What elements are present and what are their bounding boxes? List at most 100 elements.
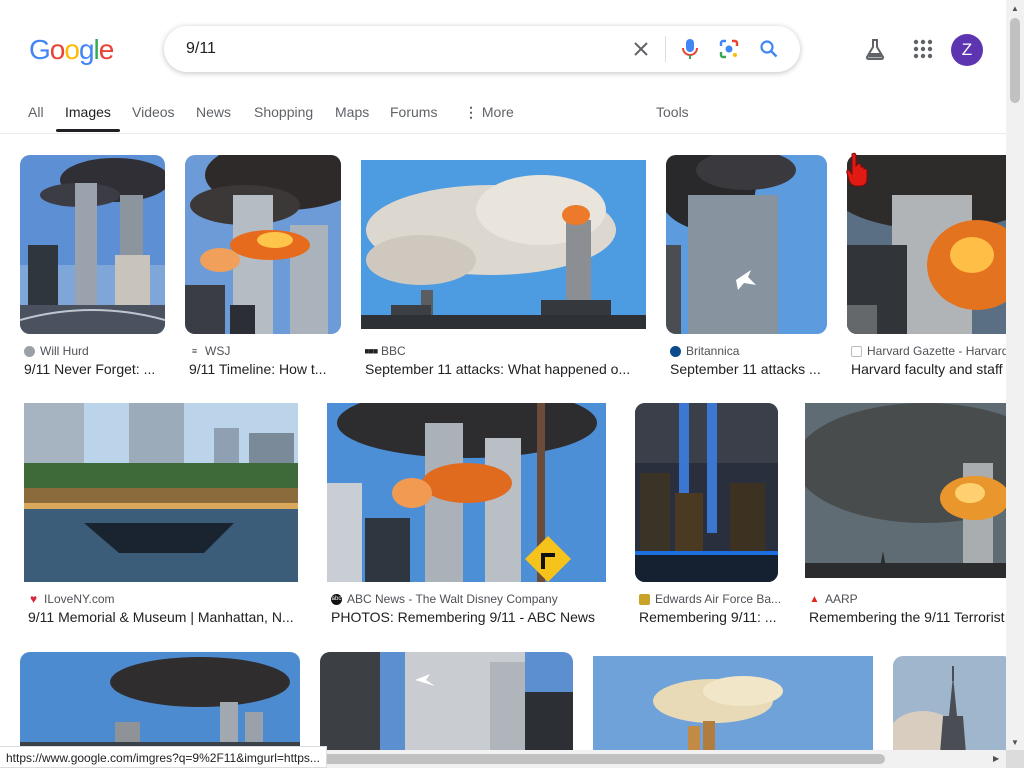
source-name: WSJ [205, 344, 231, 358]
source-name: ABC News - The Walt Disney Company [347, 592, 558, 606]
result-source: Britannica [670, 344, 826, 358]
account-avatar[interactable]: Z [951, 34, 983, 66]
tab-all[interactable]: All [28, 104, 44, 120]
search-input[interactable] [186, 38, 626, 60]
horizontal-scroll-thumb[interactable] [300, 754, 885, 764]
result-thumbnail[interactable] [805, 403, 1006, 578]
image-result[interactable] [20, 652, 300, 750]
google-logo[interactable]: Google [29, 34, 121, 66]
result-title[interactable]: PHOTOS: Remembering 9/11 - ABC News [331, 609, 607, 625]
result-thumbnail[interactable] [893, 656, 1006, 750]
result-source: ≡ WSJ [189, 344, 339, 358]
result-thumbnail[interactable] [185, 155, 341, 334]
result-title[interactable]: September 11 attacks: What happened o... [365, 361, 643, 377]
apps-grid-icon[interactable] [910, 36, 936, 62]
tab-more-label: More [481, 104, 514, 120]
more-vert-icon: ⋮ [464, 104, 478, 120]
source-favicon-icon: ■■■ [365, 345, 378, 357]
hand-cursor-icon [846, 152, 868, 187]
result-thumbnail[interactable] [847, 155, 1006, 334]
source-favicon-icon [670, 345, 681, 357]
result-thumbnail[interactable] [20, 155, 165, 334]
result-title[interactable]: 9/11 Never Forget: ... [24, 361, 166, 377]
source-name: BBC [381, 344, 406, 358]
image-result[interactable]: ♥ ILoveNY.com 9/11 Memorial & Museum | M… [24, 403, 304, 628]
image-result[interactable] [320, 652, 573, 750]
result-thumbnail[interactable] [24, 403, 298, 582]
image-result[interactable]: Harvard Gazette - Harvard Harvard facult… [847, 155, 1006, 380]
result-source: ▲ AARP [809, 592, 1006, 606]
result-source: Harvard Gazette - Harvard [851, 344, 1006, 358]
image-result[interactable] [893, 656, 1006, 750]
result-title[interactable]: September 11 attacks ... [670, 361, 826, 377]
source-favicon-icon: ≡ [189, 345, 200, 357]
tab-news[interactable]: News [196, 104, 231, 120]
result-title[interactable]: 9/11 Memorial & Museum | Manhattan, N... [28, 609, 304, 625]
result-title[interactable]: Harvard faculty and staff [851, 361, 1006, 377]
image-result[interactable]: Britannica September 11 attacks ... [666, 155, 828, 380]
logo-letter: G [29, 34, 51, 65]
source-favicon-icon: ▲ [809, 593, 820, 605]
image-result[interactable]: ■■■ BBC September 11 attacks: What happe… [361, 160, 646, 380]
tab-shopping[interactable]: Shopping [254, 104, 313, 120]
source-name: Harvard Gazette - Harvard [867, 344, 1006, 358]
result-thumbnail[interactable] [593, 656, 873, 750]
result-thumbnail[interactable] [361, 160, 646, 329]
source-name: ILoveNY.com [44, 592, 115, 606]
tab-images[interactable]: Images [65, 104, 111, 120]
search-icon[interactable] [757, 37, 781, 61]
microphone-icon[interactable] [678, 37, 702, 61]
scrollbar-corner [1006, 750, 1024, 768]
search-divider [665, 36, 666, 62]
source-favicon-icon [851, 345, 862, 357]
scroll-down-arrow-icon[interactable]: ▼ [1011, 738, 1019, 747]
vertical-scrollbar[interactable]: ▲ ▼ [1006, 0, 1024, 768]
tab-more[interactable]: ⋮ More [464, 104, 514, 121]
tab-videos[interactable]: Videos [132, 104, 175, 120]
logo-letter: o [64, 34, 80, 65]
image-result[interactable]: Will Hurd 9/11 Never Forget: ... [20, 155, 166, 380]
result-title[interactable]: 9/11 Timeline: How t... [189, 361, 339, 377]
source-name: AARP [825, 592, 858, 606]
logo-letter: e [98, 34, 115, 65]
search-box[interactable] [164, 26, 800, 72]
logo-letter: o [49, 34, 66, 65]
image-result[interactable]: ≡ WSJ 9/11 Timeline: How t... [185, 155, 341, 380]
vertical-scroll-thumb[interactable] [1010, 18, 1020, 103]
scroll-up-arrow-icon[interactable]: ▲ [1011, 4, 1019, 13]
tab-maps[interactable]: Maps [335, 104, 369, 120]
logo-text: Google [29, 34, 115, 66]
image-result[interactable]: ▲ AARP Remembering the 9/11 Terrorist [805, 403, 1006, 628]
logo-letter: g [78, 34, 95, 65]
scroll-right-arrow-icon[interactable]: ▶ [993, 754, 999, 763]
source-name: Will Hurd [40, 344, 89, 358]
result-thumbnail[interactable] [320, 652, 573, 750]
source-name: Britannica [686, 344, 740, 358]
result-source: Will Hurd [24, 344, 166, 358]
result-thumbnail[interactable] [666, 155, 827, 334]
heart-icon: ♥ [29, 592, 38, 606]
image-result[interactable]: abc ABC News - The Walt Disney Company P… [327, 403, 607, 628]
search-tabs: All Images Videos News Shopping Maps For… [0, 92, 1006, 134]
result-thumbnail[interactable] [327, 403, 606, 582]
source-name: Edwards Air Force Ba... [655, 592, 781, 606]
result-thumbnail[interactable] [635, 403, 778, 582]
result-title[interactable]: Remembering 9/11: ... [639, 609, 781, 625]
source-favicon-icon [639, 593, 650, 605]
result-source: ♥ ILoveNY.com [28, 592, 304, 606]
result-source: abc ABC News - The Walt Disney Company [331, 592, 607, 606]
labs-flask-icon[interactable] [862, 36, 888, 62]
result-title[interactable]: Remembering the 9/11 Terrorist [809, 609, 1006, 625]
tools-button[interactable]: Tools [656, 104, 689, 120]
lens-icon[interactable] [717, 37, 741, 61]
image-result[interactable] [593, 656, 873, 750]
result-thumbnail[interactable] [20, 652, 300, 750]
tab-forums[interactable]: Forums [390, 104, 437, 120]
result-source: ■■■ BBC [365, 344, 643, 358]
active-tab-indicator [56, 129, 120, 132]
close-icon[interactable] [629, 37, 653, 61]
status-bar-url: https://www.google.com/imgres?q=9%2F11&i… [0, 746, 327, 768]
result-source: Edwards Air Force Ba... [639, 592, 781, 606]
source-favicon-icon [24, 345, 35, 357]
image-result[interactable]: Edwards Air Force Ba... Remembering 9/11… [635, 403, 781, 628]
